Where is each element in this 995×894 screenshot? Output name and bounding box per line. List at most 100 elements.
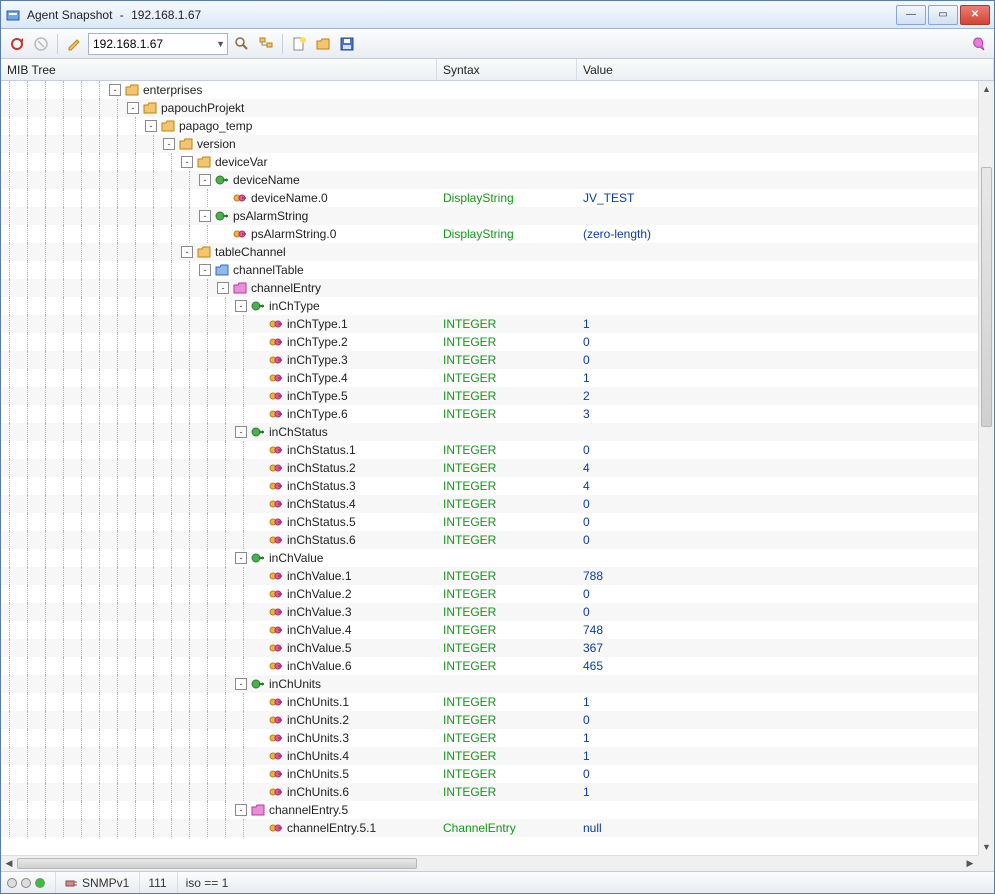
tree-row[interactable]: inChType.3INTEGER0 xyxy=(1,351,978,369)
expander-icon[interactable]: - xyxy=(235,678,247,690)
expander-icon[interactable]: - xyxy=(127,102,139,114)
header-value[interactable]: Value xyxy=(577,59,994,80)
tree-row[interactable]: -papouchProjekt xyxy=(1,99,978,117)
scroll-down-icon[interactable]: ▼ xyxy=(979,839,994,855)
scroll-left-icon[interactable]: ◀ xyxy=(1,856,17,871)
value-cell: 1 xyxy=(577,785,978,799)
tree-row[interactable]: -inChUnits xyxy=(1,675,978,693)
help-icon[interactable] xyxy=(968,34,988,54)
expander-icon[interactable]: - xyxy=(235,426,247,438)
expander-icon[interactable]: - xyxy=(199,264,211,276)
tree-row[interactable]: deviceName.0DisplayStringJV_TEST xyxy=(1,189,978,207)
tree-row[interactable]: inChValue.3INTEGER0 xyxy=(1,603,978,621)
leaf-icon xyxy=(268,694,284,710)
expander-icon[interactable]: - xyxy=(181,156,193,168)
tree-row[interactable]: -channelEntry xyxy=(1,279,978,297)
expander-icon[interactable]: - xyxy=(235,552,247,564)
node-label: inChStatus.6 xyxy=(287,533,356,547)
value-cell: 0 xyxy=(577,587,978,601)
tree-row[interactable]: inChUnits.5INTEGER0 xyxy=(1,765,978,783)
header-tree[interactable]: MIB Tree xyxy=(1,59,437,80)
expander-icon[interactable]: - xyxy=(181,246,193,258)
tree-row[interactable]: inChStatus.6INTEGER0 xyxy=(1,531,978,549)
tree-row[interactable]: inChUnits.2INTEGER0 xyxy=(1,711,978,729)
vertical-scrollbar[interactable]: ▲ ▼ xyxy=(978,81,994,855)
expander-icon[interactable]: - xyxy=(199,210,211,222)
tree-row[interactable]: inChUnits.3INTEGER1 xyxy=(1,729,978,747)
open-folder-icon[interactable] xyxy=(313,34,333,54)
expander-icon[interactable]: - xyxy=(235,300,247,312)
led-icon xyxy=(21,878,31,888)
maximize-button[interactable]: ▭ xyxy=(928,5,958,25)
node-label: inChType.6 xyxy=(287,407,348,421)
tree-row[interactable]: -inChValue xyxy=(1,549,978,567)
tree-row[interactable]: -psAlarmString xyxy=(1,207,978,225)
tree-row[interactable]: inChType.6INTEGER3 xyxy=(1,405,978,423)
node-label: deviceName.0 xyxy=(251,191,328,205)
titlebar[interactable]: Agent Snapshot - 192.168.1.67 — ▭ ✕ xyxy=(1,1,994,29)
header-syntax[interactable]: Syntax xyxy=(437,59,577,80)
tree-row[interactable]: -enterprises xyxy=(1,81,978,99)
tree-row[interactable]: -channelTable xyxy=(1,261,978,279)
folder-icon xyxy=(178,136,194,152)
tree-row[interactable]: inChValue.5INTEGER367 xyxy=(1,639,978,657)
tree-row[interactable]: psAlarmString.0DisplayString(zero-length… xyxy=(1,225,978,243)
tree-row[interactable]: -version xyxy=(1,135,978,153)
tree-row[interactable]: inChUnits.4INTEGER1 xyxy=(1,747,978,765)
horizontal-scrollbar[interactable]: ◀ ▶ xyxy=(1,855,978,871)
scroll-up-icon[interactable]: ▲ xyxy=(979,81,994,97)
tree-row[interactable]: inChType.1INTEGER1 xyxy=(1,315,978,333)
new-file-icon[interactable] xyxy=(289,34,309,54)
scroll-thumb[interactable] xyxy=(17,858,417,869)
expander-icon[interactable]: - xyxy=(109,84,121,96)
tree-row[interactable]: -inChStatus xyxy=(1,423,978,441)
tree-row[interactable]: -deviceName xyxy=(1,171,978,189)
save-icon[interactable] xyxy=(337,34,357,54)
search-icon[interactable] xyxy=(232,34,252,54)
value-cell: 748 xyxy=(577,623,978,637)
tree-row[interactable]: inChStatus.1INTEGER0 xyxy=(1,441,978,459)
tree-body[interactable]: -enterprises-papouchProjekt-papago_temp-… xyxy=(1,81,978,855)
edit-icon[interactable] xyxy=(64,34,84,54)
tree-row[interactable]: inChType.4INTEGER1 xyxy=(1,369,978,387)
tree-row[interactable]: inChStatus.2INTEGER4 xyxy=(1,459,978,477)
tree-row[interactable]: inChStatus.5INTEGER0 xyxy=(1,513,978,531)
toolbar-separator xyxy=(282,34,283,54)
tree-row[interactable]: inChStatus.4INTEGER0 xyxy=(1,495,978,513)
tree-row[interactable]: inChType.2INTEGER0 xyxy=(1,333,978,351)
leaf-icon xyxy=(268,442,284,458)
tree-row[interactable]: -papago_temp xyxy=(1,117,978,135)
tree-row[interactable]: -tableChannel xyxy=(1,243,978,261)
tree-expand-icon[interactable] xyxy=(256,34,276,54)
expander-icon[interactable]: - xyxy=(217,282,229,294)
scroll-thumb[interactable] xyxy=(981,167,992,427)
tree-row[interactable]: inChUnits.6INTEGER1 xyxy=(1,783,978,801)
expander-icon[interactable]: - xyxy=(163,138,175,150)
minimize-button[interactable]: — xyxy=(896,5,926,25)
tree-row[interactable]: -channelEntry.5 xyxy=(1,801,978,819)
tree-row[interactable]: inChType.5INTEGER2 xyxy=(1,387,978,405)
value-cell: 4 xyxy=(577,479,978,493)
leaf-icon xyxy=(268,406,284,422)
expander-icon[interactable]: - xyxy=(235,804,247,816)
close-button[interactable]: ✕ xyxy=(960,5,990,25)
refresh-icon[interactable] xyxy=(7,34,27,54)
tree-row[interactable]: -deviceVar xyxy=(1,153,978,171)
value-cell: 3 xyxy=(577,407,978,421)
address-combo[interactable]: 192.168.1.67 ▼ xyxy=(88,33,228,55)
tree-row[interactable]: inChUnits.1INTEGER1 xyxy=(1,693,978,711)
tree-row[interactable]: inChValue.4INTEGER748 xyxy=(1,621,978,639)
tree-row[interactable]: inChValue.6INTEGER465 xyxy=(1,657,978,675)
stop-icon[interactable] xyxy=(31,34,51,54)
folder-pink-icon xyxy=(250,802,266,818)
scroll-right-icon[interactable]: ▶ xyxy=(962,856,978,871)
expander-icon[interactable]: - xyxy=(145,120,157,132)
tree-row[interactable]: inChStatus.3INTEGER4 xyxy=(1,477,978,495)
node-label: inChValue.3 xyxy=(287,605,352,619)
value-cell: 788 xyxy=(577,569,978,583)
tree-row[interactable]: -inChType xyxy=(1,297,978,315)
expander-icon[interactable]: - xyxy=(199,174,211,186)
tree-row[interactable]: inChValue.2INTEGER0 xyxy=(1,585,978,603)
tree-row[interactable]: channelEntry.5.1ChannelEntrynull xyxy=(1,819,978,837)
tree-row[interactable]: inChValue.1INTEGER788 xyxy=(1,567,978,585)
